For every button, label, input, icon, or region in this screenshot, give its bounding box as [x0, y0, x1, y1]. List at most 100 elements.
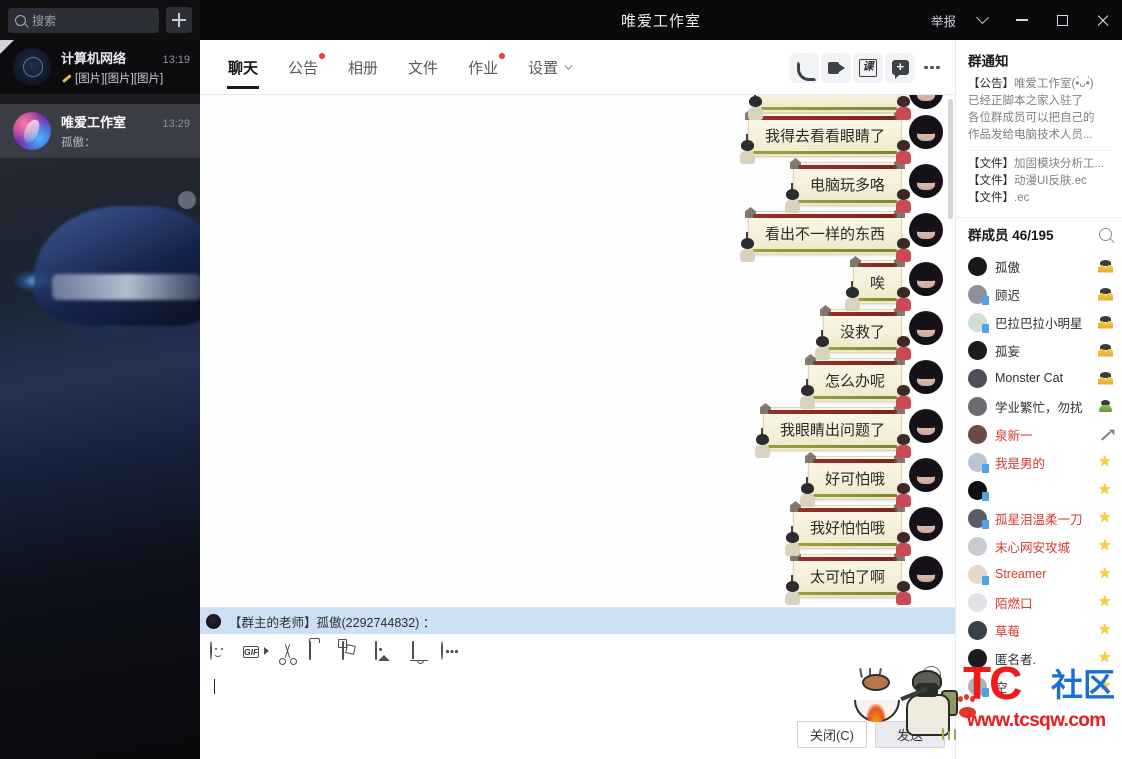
message-bubble[interactable]: 好可怕哦	[799, 456, 911, 507]
message-text: 我得去看看眼睛了	[764, 128, 885, 145]
avatar	[968, 592, 987, 612]
avatar	[968, 256, 987, 276]
list-item[interactable]: 陌燃口	[956, 588, 1122, 616]
avatar[interactable]	[909, 360, 943, 394]
rank-badge-icon	[1098, 676, 1113, 694]
maximize-icon[interactable]	[1042, 0, 1082, 40]
member-list-header: 群成员 46/195	[956, 218, 1122, 252]
notice-item[interactable]: 作品发给电脑技术人员...	[968, 127, 1112, 144]
class-icon[interactable]: 课	[853, 52, 883, 83]
image-icon[interactable]	[375, 641, 399, 666]
message-bubble[interactable]: 电脑玩多咯	[784, 162, 911, 213]
list-item[interactable]: 孤妄	[956, 336, 1122, 364]
avatar[interactable]	[909, 164, 943, 198]
scissors-icon[interactable]	[276, 642, 300, 666]
tab-album[interactable]: 相册	[333, 40, 393, 95]
plus-icon[interactable]	[166, 7, 192, 33]
notice-item[interactable]: 【文件】加固模块分析工...	[968, 156, 1112, 173]
add-chat-icon[interactable]	[885, 52, 915, 83]
message-bubble[interactable]	[748, 95, 911, 120]
bubble-pin-icon	[805, 452, 816, 463]
list-item[interactable]: 空	[956, 672, 1122, 700]
list-item[interactable]: Monster Cat	[956, 364, 1122, 392]
notice-item[interactable]: 【公告】唯爱工作室(•̀ᴗ•́)	[968, 76, 1112, 93]
message-bubble[interactable]: 太可怕了啊	[784, 554, 911, 605]
rank-badge-icon	[1098, 480, 1113, 498]
message-bubble[interactable]: 没救了	[814, 309, 911, 360]
conversation-time: 13:29	[162, 118, 190, 130]
list-item[interactable]: 末心网安攻城	[956, 532, 1122, 560]
list-item[interactable]: 巴拉巴拉小明星	[956, 308, 1122, 336]
avatar[interactable]	[909, 409, 943, 443]
sidebar-wallpaper-car-image	[0, 148, 200, 759]
message-text: 太可怕了啊	[809, 569, 885, 586]
message-bubble[interactable]: 怎么办呢	[799, 358, 911, 409]
message-bubble[interactable]: 看出不一样的东西	[739, 211, 911, 262]
member-name: 匿名者.	[995, 652, 1036, 667]
notice-item[interactable]: 已经正脚本之家入驻了	[968, 93, 1112, 110]
conversation-item[interactable]: 计算机网络 13:19 [图片][图片][图片]	[0, 40, 200, 94]
pubg-sticker-overlay	[840, 667, 962, 748]
reply-quote-bar[interactable]: 【群主的老师】孤傲(2292744832) ：	[200, 608, 955, 634]
conversation-item-active[interactable]: 唯爱工作室 13:29 孤傲：	[0, 104, 200, 158]
message-bubble[interactable]: 我得去看看眼睛了	[739, 113, 911, 164]
notice-item[interactable]: 【文件】.ec	[968, 190, 1112, 207]
avatar[interactable]	[909, 556, 943, 590]
emoji-icon[interactable]	[210, 641, 234, 666]
tab-announcement[interactable]: 公告	[273, 40, 333, 95]
message-bubble[interactable]: 我眼睛出问题了	[754, 407, 911, 458]
bubble-pin-icon	[850, 256, 861, 267]
video-call-icon[interactable]	[821, 52, 851, 83]
message-bubble[interactable]: 我好怕怕哦	[784, 505, 911, 556]
more-options-icon[interactable]	[917, 53, 947, 83]
bubble-character-left	[784, 183, 800, 213]
bubble-character-right	[896, 238, 911, 262]
phone-call-icon[interactable]	[789, 52, 819, 83]
window-controls: 举报	[925, 0, 1122, 40]
avatar[interactable]	[909, 213, 943, 247]
avatar[interactable]	[909, 262, 943, 296]
member-name: 我是男的	[995, 456, 1046, 471]
search-input[interactable]: 搜索	[8, 7, 159, 33]
list-item[interactable]: Streamer	[956, 560, 1122, 588]
notice-item[interactable]: 各位群成员可以把自己的	[968, 110, 1112, 127]
chevron-down-icon[interactable]	[962, 0, 1002, 40]
report-button[interactable]: 举报	[925, 11, 962, 30]
tab-files[interactable]: 文件	[393, 40, 453, 95]
close-icon[interactable]	[1082, 0, 1122, 40]
member-name: 孤妄	[995, 344, 1021, 359]
list-item[interactable]: 孤星泪温柔一刀	[956, 504, 1122, 532]
list-item[interactable]: 学业繁忙，勿扰	[956, 392, 1122, 420]
gif-icon[interactable]: GIF	[243, 642, 267, 666]
avatar[interactable]	[909, 95, 943, 109]
bell-icon[interactable]	[408, 641, 432, 666]
list-item[interactable]: 泉新一	[956, 420, 1122, 448]
avatar[interactable]	[909, 311, 943, 345]
edit-pencil-icon[interactable]	[1098, 427, 1113, 442]
avatar[interactable]	[909, 458, 943, 492]
message-bubble[interactable]: 唉	[844, 260, 911, 311]
more-icon[interactable]	[441, 641, 465, 666]
member-count-label: 群成员 46/195	[968, 228, 1054, 243]
tab-homework[interactable]: 作业	[453, 40, 513, 95]
conversation-snippet: [图片][图片][图片]	[75, 73, 164, 85]
list-item[interactable]: 孤傲	[956, 252, 1122, 280]
bubble-character-right	[896, 336, 911, 360]
list-item[interactable]: 顾迟	[956, 280, 1122, 308]
shake-window-icon[interactable]	[342, 641, 366, 666]
rank-badge-icon	[1098, 508, 1113, 526]
avatar[interactable]	[909, 115, 943, 149]
tab-settings[interactable]: 设置	[513, 40, 585, 95]
notice-item[interactable]: 【文件】动漫UI反肤.ec	[968, 173, 1112, 190]
tab-chat[interactable]: 聊天	[213, 40, 273, 95]
avatar[interactable]	[909, 507, 943, 541]
list-item[interactable]: 匿名者.	[956, 644, 1122, 672]
list-item[interactable]	[956, 476, 1122, 504]
minimize-icon[interactable]	[1002, 0, 1042, 40]
chat-scrollbar[interactable]	[948, 99, 953, 219]
folder-icon[interactable]	[309, 641, 333, 666]
message-row: 怎么办呢	[799, 358, 943, 409]
list-item[interactable]: 草莓	[956, 616, 1122, 644]
list-item[interactable]: 我是男的	[956, 448, 1122, 476]
search-icon[interactable]	[1099, 227, 1112, 241]
